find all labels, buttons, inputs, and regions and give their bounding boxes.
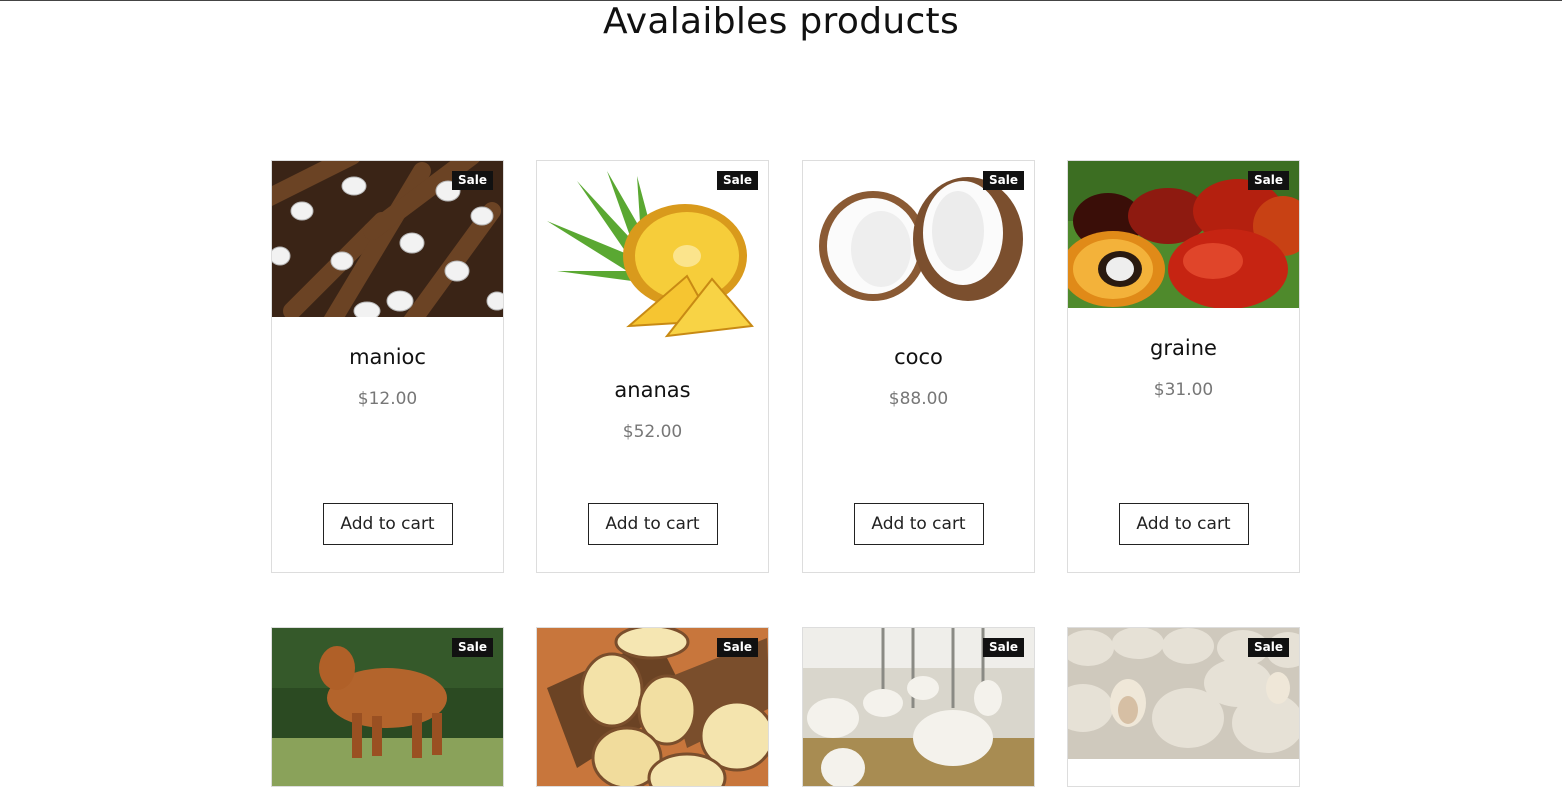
product-image-yam[interactable]: Sale	[537, 628, 768, 786]
product-card-ananas[interactable]: Sale ananas $52.00 Add to cart	[536, 160, 769, 573]
product-image-pineapple[interactable]: Sale	[537, 161, 768, 350]
product-price: $52.00	[622, 422, 683, 442]
sale-badge: Sale	[1248, 171, 1289, 190]
sale-badge: Sale	[983, 171, 1024, 190]
product-image-coconut[interactable]: Sale	[803, 161, 1034, 317]
product-name[interactable]: ananas	[537, 378, 768, 402]
product-name[interactable]: coco	[803, 345, 1034, 369]
add-to-cart-button[interactable]: Add to cart	[587, 503, 718, 545]
sale-badge: Sale	[717, 171, 758, 190]
sale-badge: Sale	[717, 638, 758, 657]
product-card[interactable]: Sale	[1067, 627, 1300, 787]
product-price: $88.00	[888, 389, 949, 409]
page-title: Avalaibles products	[602, 1, 960, 42]
product-card-coco[interactable]: Sale coco $88.00 Add to cart	[802, 160, 1035, 573]
product-image-goats[interactable]: Sale	[803, 628, 1034, 786]
product-price: $12.00	[357, 389, 418, 409]
product-name[interactable]: manioc	[272, 345, 503, 369]
sale-badge: Sale	[452, 638, 493, 657]
sale-badge: Sale	[1248, 638, 1289, 657]
product-image-palm-fruit[interactable]: Sale	[1068, 161, 1299, 308]
product-price: $31.00	[1153, 380, 1214, 400]
product-card-manioc[interactable]: Sale manioc $12.00 Add to cart	[271, 160, 504, 573]
product-card-graine[interactable]: Sale graine $31.00 Add to cart	[1067, 160, 1300, 573]
add-to-cart-button[interactable]: Add to cart	[853, 503, 984, 545]
product-card[interactable]: Sale	[536, 627, 769, 787]
product-card[interactable]: Sale	[271, 627, 504, 787]
add-to-cart-button[interactable]: Add to cart	[1118, 503, 1249, 545]
sale-badge: Sale	[983, 638, 1024, 657]
product-name[interactable]: graine	[1068, 336, 1299, 360]
product-image-sheep[interactable]: Sale	[1068, 628, 1299, 759]
add-to-cart-button[interactable]: Add to cart	[322, 503, 453, 545]
sale-badge: Sale	[452, 171, 493, 190]
product-card[interactable]: Sale	[802, 627, 1035, 787]
product-image-cassava[interactable]: Sale	[272, 161, 503, 317]
product-image-cow[interactable]: Sale	[272, 628, 503, 786]
